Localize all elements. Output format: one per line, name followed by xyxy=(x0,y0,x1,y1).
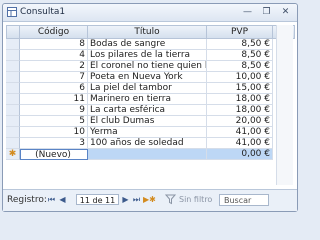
titulo-cell[interactable]: Yerma xyxy=(88,127,207,138)
record-position-input[interactable]: 11 de 11 xyxy=(76,194,119,205)
row-selector[interactable] xyxy=(6,50,20,61)
filter-icon[interactable] xyxy=(165,194,176,205)
record-navigation-bar: Registro: ⏮ ◀ 11 de 11 ▶ ⏭ ▶✱ Sin filtro… xyxy=(3,189,297,211)
titulo-cell[interactable]: 100 años de soledad xyxy=(88,138,207,149)
restore-button[interactable]: ❐ xyxy=(260,6,273,18)
pvp-cell[interactable]: 41,00 € xyxy=(207,138,273,149)
pvp-cell[interactable]: 8,50 € xyxy=(207,39,273,50)
row-selector[interactable] xyxy=(6,72,20,83)
titulo-cell[interactable] xyxy=(88,149,207,160)
row-selector[interactable] xyxy=(6,138,20,149)
column-header-codigo[interactable]: Código xyxy=(20,25,88,39)
table-row[interactable]: 3 100 años de soledad 41,00 € xyxy=(6,138,295,149)
pvp-cell[interactable]: 10,00 € xyxy=(207,72,273,83)
row-selector[interactable] xyxy=(6,127,20,138)
titulo-cell[interactable]: El club Dumas xyxy=(88,116,207,127)
row-selector[interactable] xyxy=(6,105,20,116)
window-title: Consulta1 xyxy=(20,7,66,17)
row-selector[interactable] xyxy=(6,83,20,94)
datasheet-icon xyxy=(7,7,17,17)
codigo-cell[interactable]: 9 xyxy=(20,105,88,116)
table-row[interactable]: 6 La piel del tambor 15,00 € xyxy=(6,83,295,94)
pvp-cell[interactable]: 41,00 € xyxy=(207,127,273,138)
titulo-cell[interactable]: La piel del tambor xyxy=(88,83,207,94)
new-record-row[interactable]: ✱ (Nuevo) 0,00 € xyxy=(6,149,295,160)
table-row[interactable]: 2El coronel no tiene quien le…8,50 € xyxy=(6,61,295,72)
select-all-corner[interactable] xyxy=(6,25,20,39)
table-row[interactable]: 8 Bodas de sangre 8,50 € xyxy=(6,39,295,50)
new-record-marker[interactable]: ✱ xyxy=(6,149,20,160)
column-header-pvp[interactable]: PVP xyxy=(207,25,273,39)
table-row[interactable]: 7 Poeta en Nueva York 10,00 € xyxy=(6,72,295,83)
table-row[interactable]: 5 El club Dumas 20,00 € xyxy=(6,116,295,127)
row-selector[interactable] xyxy=(6,39,20,50)
datasheet-grid: Código Título PVP 8 Bodas de sangre 8,50 €… xyxy=(6,25,295,185)
codigo-cell[interactable]: 8 xyxy=(20,39,88,50)
pvp-cell[interactable]: 18,00 € xyxy=(207,105,273,116)
titulo-cell[interactable]: Marinero en tierra xyxy=(88,94,207,105)
codigo-cell[interactable]: 3 xyxy=(20,138,88,149)
titulo-cell[interactable]: El coronel no tiene quien le… xyxy=(88,61,207,72)
first-record-icon[interactable]: ⏮ xyxy=(47,194,56,205)
codigo-cell[interactable]: 11 xyxy=(20,94,88,105)
next-record-icon[interactable]: ▶ xyxy=(121,194,130,205)
query-window: Consulta1 — ❐ ✕ Código Título PVP 8 Bodas… xyxy=(2,3,298,212)
filter-status[interactable]: Sin filtro xyxy=(179,195,212,204)
table-row[interactable]: 10 Yerma 41,00 € xyxy=(6,127,295,138)
window-titlebar: Consulta1 — ❐ ✕ xyxy=(3,4,297,22)
record-label: Registro: xyxy=(7,195,47,205)
pvp-cell[interactable]: 18,00 € xyxy=(207,94,273,105)
codigo-cell[interactable]: (Nuevo) xyxy=(20,149,88,160)
row-selector[interactable] xyxy=(6,116,20,127)
titulo-cell[interactable]: La carta esférica xyxy=(88,105,207,116)
close-button[interactable]: ✕ xyxy=(279,6,292,18)
previous-record-icon[interactable]: ◀ xyxy=(58,194,67,205)
codigo-cell[interactable]: 6 xyxy=(20,83,88,94)
codigo-cell[interactable]: 4 xyxy=(20,50,88,61)
new-record-icon[interactable]: ▶✱ xyxy=(143,194,156,205)
table-row[interactable]: 11 Marinero en tierra 18,00 € xyxy=(6,94,295,105)
pvp-cell[interactable]: 8,50 € xyxy=(207,50,273,61)
row-selector[interactable] xyxy=(6,61,20,72)
minimize-button[interactable]: — xyxy=(241,6,254,18)
codigo-cell[interactable]: 7 xyxy=(20,72,88,83)
vertical-scrollbar[interactable] xyxy=(276,25,293,185)
codigo-cell[interactable]: 2 xyxy=(20,61,88,72)
pvp-cell[interactable]: 15,00 € xyxy=(207,83,273,94)
last-record-icon[interactable]: ⏭ xyxy=(132,194,141,205)
search-input[interactable]: Buscar xyxy=(219,194,269,206)
row-selector[interactable] xyxy=(6,94,20,105)
table-row[interactable]: 9 La carta esférica 18,00 € xyxy=(6,105,295,116)
titulo-cell[interactable]: Bodas de sangre xyxy=(88,39,207,50)
codigo-cell[interactable]: 5 xyxy=(20,116,88,127)
codigo-cell[interactable]: 10 xyxy=(20,127,88,138)
pvp-cell[interactable]: 20,00 € xyxy=(207,116,273,127)
table-row[interactable]: 4 Los pilares de la tierra 8,50 € xyxy=(6,50,295,61)
column-header-titulo[interactable]: Título xyxy=(88,25,207,39)
titulo-cell[interactable]: Poeta en Nueva York xyxy=(88,72,207,83)
pvp-cell[interactable]: 8,50 € xyxy=(207,61,273,72)
pvp-cell[interactable]: 0,00 € xyxy=(207,149,273,160)
titulo-cell[interactable]: Los pilares de la tierra xyxy=(88,50,207,61)
